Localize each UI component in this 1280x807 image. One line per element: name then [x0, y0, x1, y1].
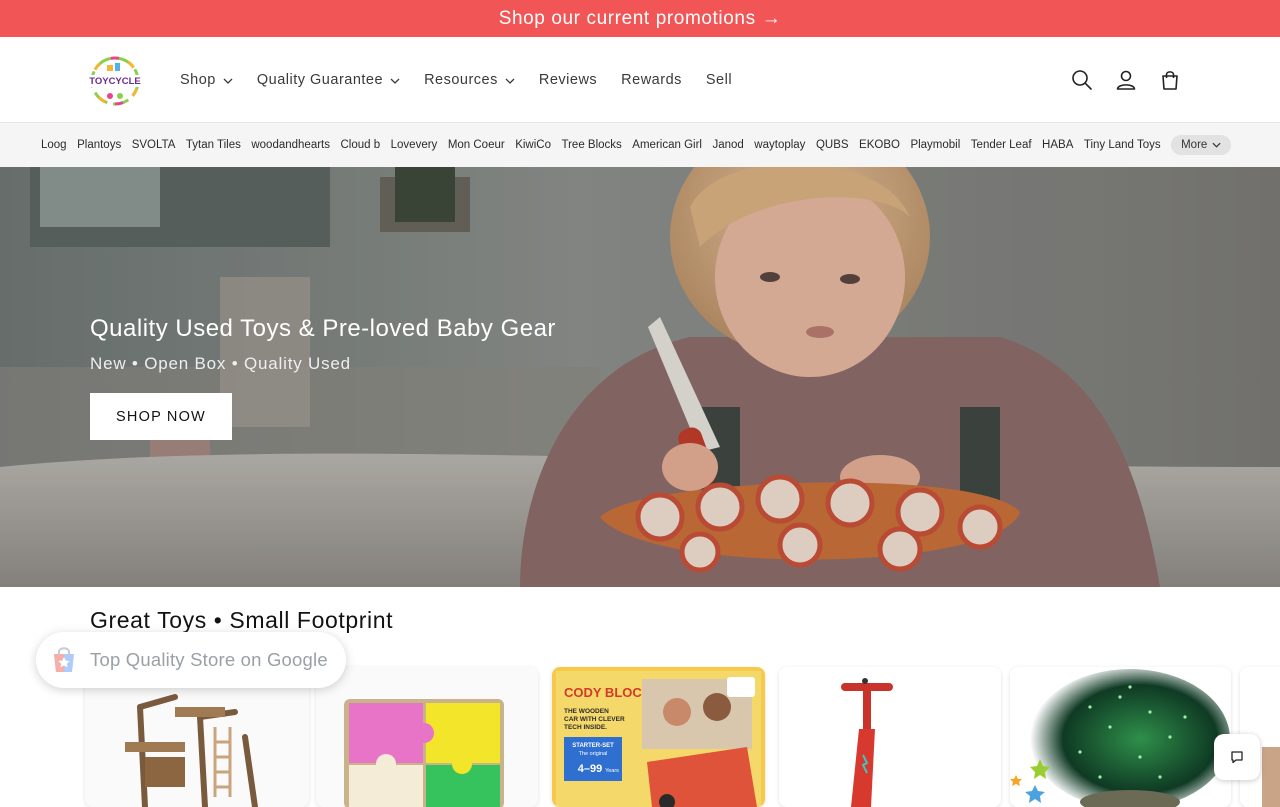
- account-icon[interactable]: [1114, 68, 1138, 92]
- brand-link[interactable]: Janod: [712, 139, 743, 151]
- brand-link[interactable]: KiwiCo: [515, 139, 551, 151]
- nav-sell-label: Sell: [705, 72, 733, 88]
- brand-link[interactable]: Loog: [41, 139, 67, 151]
- search-icon[interactable]: [1070, 68, 1094, 92]
- more-brands-button[interactable]: More: [1171, 135, 1232, 155]
- brand-link[interactable]: woodandhearts: [251, 139, 330, 151]
- chevron-down-icon: [223, 78, 233, 84]
- chevron-down-icon: [1212, 142, 1221, 148]
- brand-link[interactable]: Cloud b: [341, 139, 381, 151]
- header-icons: [1070, 37, 1182, 123]
- chat-icon: [1231, 751, 1243, 764]
- brand-link[interactable]: Tiny Land Toys: [1084, 139, 1161, 151]
- cody-block-line-1: THE WOODEN: [564, 708, 609, 715]
- nav-rewards-label: Rewards: [621, 72, 682, 88]
- nav-quality-guarantee-label: Quality Guarantee: [256, 72, 384, 88]
- cody-block-title: CODY BLOCK: [564, 685, 652, 700]
- hero-image: [0, 167, 1280, 587]
- hero-title: Quality Used Toys & Pre-loved Baby Gear: [90, 315, 556, 342]
- brand-link[interactable]: QUBS: [816, 139, 849, 151]
- product-image-cody-block: CODY BLOCK THE WOODEN CAR WITH CLEVER TE…: [552, 667, 765, 807]
- hero-subtitle: New • Open Box • Quality Used: [90, 354, 351, 373]
- cody-block-line-3: TECH INSIDE.: [564, 724, 607, 731]
- brand-link[interactable]: Plantoys: [77, 139, 121, 151]
- arrow-right-icon: →: [761, 7, 782, 29]
- google-store-badge[interactable]: Top Quality Store on Google: [36, 632, 346, 688]
- main-nav: Shop Quality Guarantee Resources Reviews…: [180, 37, 756, 123]
- nav-resources[interactable]: Resources: [424, 72, 515, 88]
- chevron-down-icon: [505, 78, 515, 84]
- product-card[interactable]: [1010, 667, 1231, 807]
- nav-reviews-label: Reviews: [538, 72, 598, 88]
- nav-shop[interactable]: Shop: [180, 72, 233, 88]
- nav-rewards[interactable]: Rewards: [621, 72, 682, 88]
- product-image-scooter: [779, 667, 1001, 807]
- brand-link[interactable]: SVOLTA: [132, 139, 176, 151]
- cart-icon[interactable]: [1158, 68, 1182, 92]
- brand-link[interactable]: EKOBO: [859, 139, 900, 151]
- product-image-tree-house: [85, 667, 309, 807]
- brand-link[interactable]: Mon Coeur: [448, 139, 505, 151]
- cody-block-badge-3: 4–99: [578, 763, 602, 775]
- shopping-bag-icon: [54, 647, 74, 672]
- google-badge-text: Top Quality Store on Google: [90, 649, 328, 670]
- shop-now-button[interactable]: SHOP NOW: [90, 393, 232, 440]
- brand-link[interactable]: Tender Leaf: [971, 139, 1032, 151]
- nav-quality-guarantee[interactable]: Quality Guarantee: [257, 72, 400, 88]
- cody-block-badge-4: Years: [605, 768, 619, 774]
- more-brands-label: More: [1181, 139, 1208, 151]
- cody-block-badge-2: The original: [579, 751, 608, 757]
- product-card[interactable]: [316, 667, 538, 807]
- brand-link[interactable]: HABA: [1042, 139, 1073, 151]
- announcement-bar: Shop our current promotions →: [0, 0, 1280, 37]
- promotions-text: Shop our current promotions: [498, 7, 756, 29]
- brand-link[interactable]: Lovevery: [391, 139, 438, 151]
- brand-link[interactable]: Playmobil: [910, 139, 960, 151]
- hero-banner: Quality Used Toys & Pre-loved Baby Gear …: [0, 167, 1280, 587]
- product-image-puzzle: [316, 667, 538, 807]
- toycycle-logo[interactable]: TOYCYCLE: [88, 54, 142, 106]
- chevron-down-icon: [390, 78, 400, 84]
- brand-link[interactable]: waytoplay: [754, 139, 805, 151]
- nav-sell[interactable]: Sell: [706, 72, 732, 88]
- nav-shop-label: Shop: [180, 72, 216, 88]
- nav-reviews[interactable]: Reviews: [539, 72, 597, 88]
- product-card[interactable]: [85, 667, 309, 807]
- site-header: TOYCYCLE Shop Quality Guarantee Resource…: [0, 37, 1280, 123]
- chat-button[interactable]: [1214, 734, 1260, 780]
- cody-block-line-2: CAR WITH CLEVER: [564, 716, 625, 723]
- section-title: Great Toys • Small Footprint: [90, 607, 394, 633]
- product-card[interactable]: CODY BLOCK THE WOODEN CAR WITH CLEVER TE…: [552, 667, 765, 807]
- brand-link[interactable]: Tytan Tiles: [186, 139, 241, 151]
- promotions-link[interactable]: Shop our current promotions →: [499, 8, 782, 30]
- brand-link[interactable]: American Girl: [632, 139, 702, 151]
- brand-link[interactable]: Tree Blocks: [562, 139, 622, 151]
- logo-text: TOYCYCLE: [89, 76, 141, 87]
- nav-resources-label: Resources: [424, 72, 498, 88]
- product-card[interactable]: [779, 667, 1001, 807]
- cody-block-badge-1: STARTER-SET: [572, 743, 614, 749]
- brand-bar: Loog Plantoys SVOLTA Tytan Tiles woodand…: [0, 123, 1280, 167]
- product-image-star-projector: [1010, 667, 1231, 807]
